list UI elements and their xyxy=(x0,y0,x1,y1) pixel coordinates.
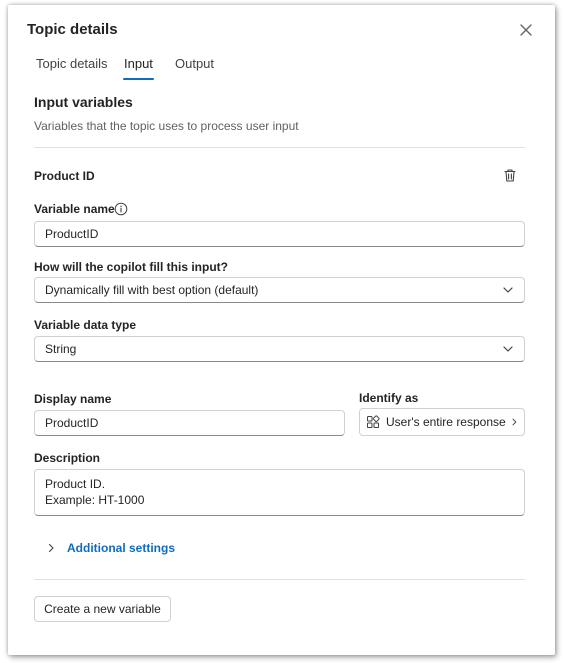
identify-as-label: Identify as xyxy=(359,391,419,405)
tab-input[interactable]: Input xyxy=(124,56,153,71)
close-icon[interactable] xyxy=(518,22,534,38)
chevron-right-icon xyxy=(512,418,516,426)
chevron-down-icon xyxy=(503,287,513,293)
tab-output[interactable]: Output xyxy=(175,56,214,71)
entity-icon xyxy=(367,415,380,428)
create-variable-button[interactable]: Create a new variable xyxy=(34,596,171,622)
active-tab-indicator xyxy=(123,78,154,80)
chevron-down-icon xyxy=(503,346,513,352)
tab-topic-details[interactable]: Topic details xyxy=(36,56,108,71)
topic-details-dialog: Topic details Topic details Input Output… xyxy=(8,5,555,655)
divider xyxy=(34,147,525,148)
description-textarea[interactable]: Product ID. Example: HT-1000 xyxy=(34,469,525,516)
variable-name-label: Variable name xyxy=(34,202,115,216)
display-name-label: Display name xyxy=(34,392,112,406)
description-label: Description xyxy=(34,451,101,465)
variable-header: Product ID xyxy=(34,169,95,183)
display-name-input[interactable]: ProductID xyxy=(34,410,345,436)
variable-name-value: ProductID xyxy=(45,227,99,241)
identify-as-value: User's entire response xyxy=(386,415,506,429)
fill-method-dropdown[interactable]: Dynamically fill with best option (defau… xyxy=(34,277,525,303)
additional-settings-label: Additional settings xyxy=(67,541,175,555)
fill-method-value: Dynamically fill with best option (defau… xyxy=(45,283,259,297)
display-name-value: ProductID xyxy=(45,416,99,430)
additional-settings-toggle[interactable]: Additional settings xyxy=(46,541,175,555)
identify-as-button[interactable]: User's entire response xyxy=(359,408,525,436)
info-icon[interactable] xyxy=(114,202,128,216)
section-description: Variables that the topic uses to process… xyxy=(34,119,299,133)
variable-name-input[interactable]: ProductID xyxy=(34,221,525,247)
data-type-dropdown[interactable]: String xyxy=(34,336,525,362)
chevron-right-icon xyxy=(48,543,54,553)
data-type-value: String xyxy=(45,342,77,356)
trash-icon[interactable] xyxy=(503,168,517,183)
data-type-label: Variable data type xyxy=(34,318,137,332)
fill-method-label: How will the copilot fill this input? xyxy=(34,260,228,274)
section-title: Input variables xyxy=(34,94,133,110)
divider xyxy=(34,579,525,580)
dialog-title: Topic details xyxy=(27,21,118,38)
